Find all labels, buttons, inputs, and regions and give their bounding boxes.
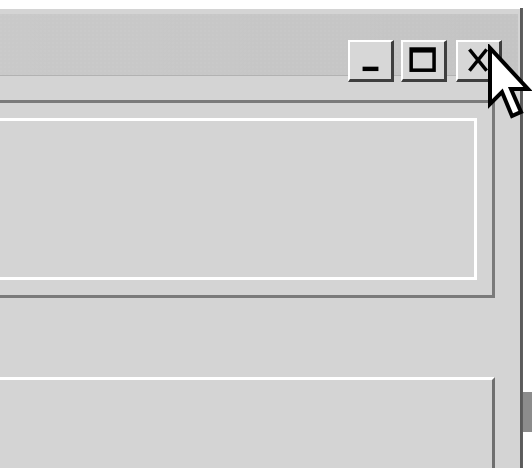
screen xyxy=(0,0,532,468)
maximize-button[interactable] xyxy=(401,40,447,82)
background-strip-right xyxy=(522,392,532,432)
title-bar[interactable] xyxy=(0,14,518,82)
close-icon xyxy=(468,48,489,72)
upper-panel-inner xyxy=(0,118,477,280)
window-right-edge xyxy=(520,8,522,468)
minimize-icon xyxy=(362,66,379,72)
minimize-button[interactable] xyxy=(348,40,394,82)
close-button[interactable] xyxy=(456,40,502,82)
lower-panel-frame xyxy=(0,377,495,468)
maximize-icon xyxy=(409,47,436,72)
